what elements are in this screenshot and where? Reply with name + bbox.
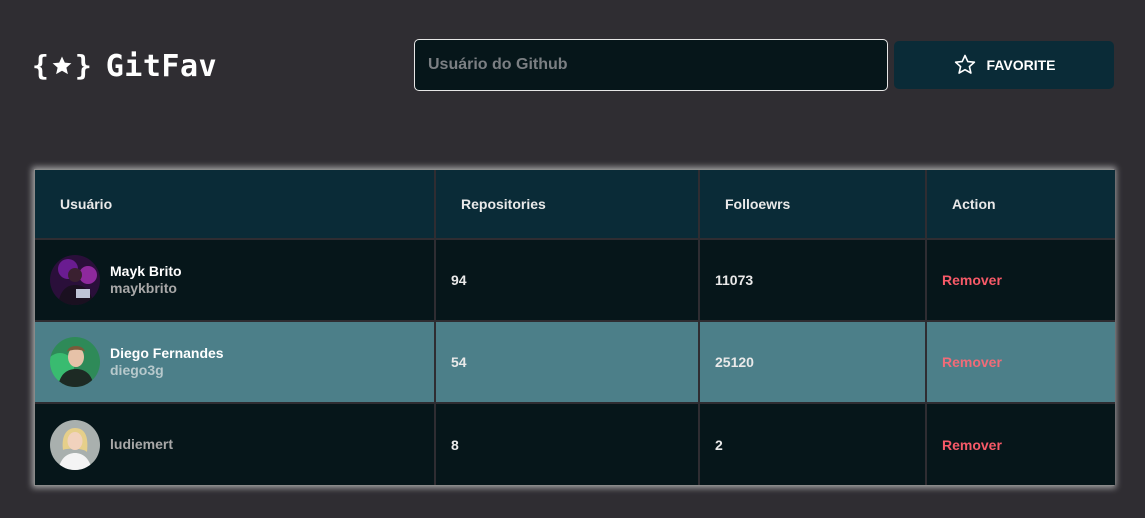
action-cell: Remover <box>926 239 1115 321</box>
app-header: { } GitFav FAVORITE <box>0 0 1145 130</box>
repositories-cell: 54 <box>435 321 700 403</box>
column-header-user: Usuário <box>35 170 436 239</box>
favorite-button-label: FAVORITE <box>986 57 1056 73</box>
table-row: ludiemert 8 2 Remover <box>35 403 1115 485</box>
app-title: GitFav <box>105 48 218 84</box>
star-outline-icon <box>954 54 975 74</box>
user-cell: Mayk Brito maykbrito <box>35 239 436 321</box>
user-name: Diego Fernandes <box>110 345 224 361</box>
braces-star-icon: { } <box>32 49 92 82</box>
table-header-row: Usuário Repositories Folloewrs Action <box>35 170 1115 239</box>
favorites-table: Usuário Repositories Folloewrs Action Ma… <box>35 170 1115 485</box>
column-header-repositories: Repositories <box>435 170 700 239</box>
user-login: diego3g <box>110 362 164 378</box>
column-header-followers: Folloewrs <box>699 170 927 239</box>
avatar-photo-ludiemert[interactable] <box>50 419 100 470</box>
user-name: Mayk Brito <box>110 263 182 279</box>
app-logo: { } GitFav <box>32 46 217 86</box>
user-login: maykbrito <box>110 280 177 296</box>
favorite-button[interactable]: FAVORITE <box>894 41 1114 89</box>
avatar-photo-diego[interactable] <box>50 337 100 387</box>
column-header-action: Action <box>952 196 996 212</box>
remove-button[interactable]: Remover <box>942 437 1002 453</box>
table-row: Mayk Brito maykbrito 94 11073 Remover <box>35 239 1115 321</box>
repositories-cell: 94 <box>435 239 700 321</box>
followers-cell: 2 <box>699 403 927 485</box>
action-cell: Remover <box>926 321 1115 403</box>
user-login: ludiemert <box>110 436 174 452</box>
repositories-cell: 8 <box>435 403 700 485</box>
remove-button[interactable]: Remover <box>942 272 1002 288</box>
table-row: Diego Fernandes diego3g 54 25120 Remover <box>35 321 1115 403</box>
github-user-search-input[interactable] <box>414 39 888 91</box>
user-cell: Diego Fernandes diego3g <box>35 321 436 403</box>
user-cell: ludiemert <box>35 403 436 485</box>
followers-cell: 11073 <box>699 239 927 321</box>
followers-cell: 25120 <box>699 321 927 403</box>
action-cell: Remover <box>926 403 1115 485</box>
remove-button[interactable]: Remover <box>942 354 1002 370</box>
favorites-table-container: Usuário Repositories Folloewrs Action Ma… <box>34 169 1115 486</box>
avatar-photo-mayk[interactable] <box>50 255 100 305</box>
